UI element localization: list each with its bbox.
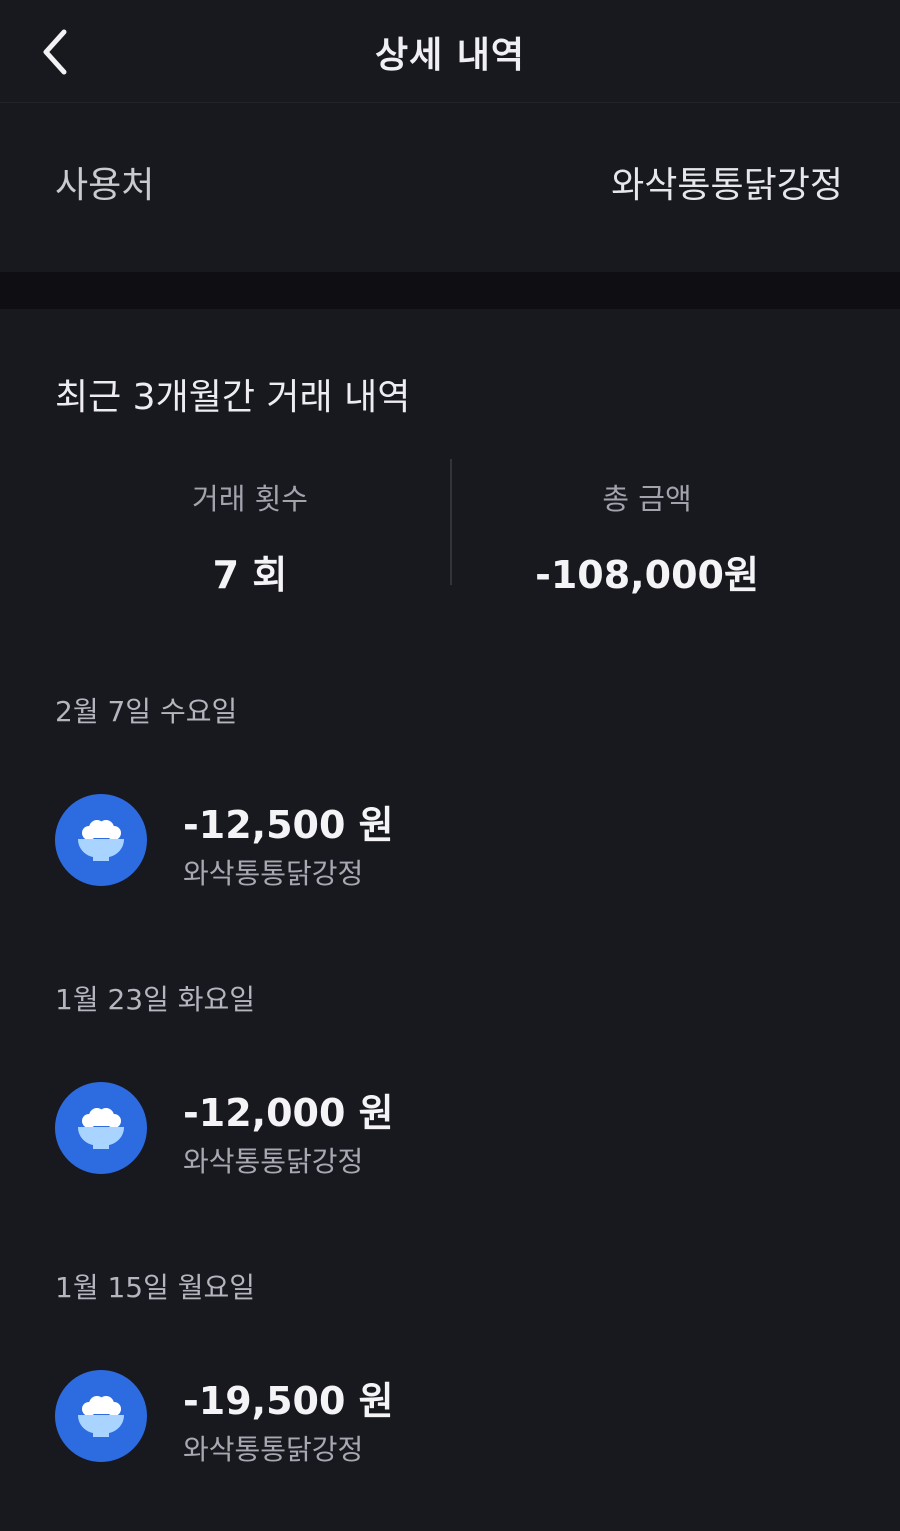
date-label: 2월 7일 수요일	[55, 695, 238, 728]
rice-bowl-icon	[55, 1370, 147, 1462]
rice-bowl-icon	[55, 1082, 147, 1174]
transaction-merchant: 와삭통통닭강정	[183, 1433, 364, 1466]
transaction-count-value: 7 회	[212, 553, 288, 597]
merchant-row: 사용처 와삭통통닭강정	[0, 104, 900, 272]
header: 상세 내역	[0, 0, 900, 103]
total-amount-value: -108,000원	[535, 553, 759, 597]
transaction-item[interactable]: -12,500 원 와삭통통닭강정	[55, 794, 855, 894]
page-title: 상세 내역	[374, 35, 525, 76]
total-amount-stat: 총 금액 -108,000원	[422, 476, 872, 599]
transaction-merchant: 와삭통통닭강정	[183, 857, 364, 890]
transaction-merchant: 와삭통통닭강정	[183, 1145, 364, 1178]
section-separator	[0, 272, 900, 309]
summary-heading: 최근 3개월간 거래 내역	[55, 377, 411, 418]
detail-page: 상세 내역 사용처 와삭통통닭강정 최근 3개월간 거래 내역 거래 횟수 7 …	[0, 0, 900, 1531]
transaction-amount: -12,000 원	[183, 1091, 394, 1135]
merchant-value: 와삭통통닭강정	[611, 165, 843, 206]
transaction-count-label: 거래 횟수	[192, 482, 308, 516]
transaction-amount: -19,500 원	[183, 1379, 394, 1423]
date-label: 1월 15일 월요일	[55, 1271, 256, 1304]
transaction-item[interactable]: -12,000 원 와삭통통닭강정	[55, 1082, 855, 1182]
date-label: 1월 23일 화요일	[55, 983, 256, 1016]
transaction-amount: -12,500 원	[183, 803, 394, 847]
total-amount-label: 총 금액	[602, 482, 692, 516]
transaction-item[interactable]: -19,500 원 와삭통통닭강정	[55, 1370, 855, 1470]
rice-bowl-icon	[55, 794, 147, 886]
transaction-count-stat: 거래 횟수 7 회	[25, 476, 475, 599]
merchant-label: 사용처	[55, 165, 155, 206]
